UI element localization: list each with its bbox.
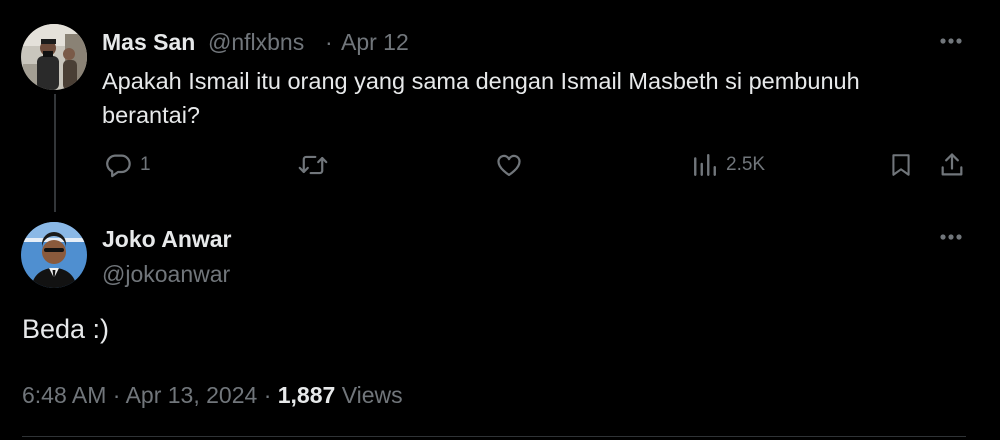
reply-button[interactable]: 1 <box>104 150 151 180</box>
meta-separator: · <box>112 382 121 408</box>
author-handle[interactable]: @jokoanwar <box>102 261 230 288</box>
views-label: Views <box>341 382 403 408</box>
thread-connector-line <box>54 94 56 212</box>
views-button[interactable]: 2.5K <box>692 150 765 180</box>
reply-count: 1 <box>140 154 151 175</box>
views-count: 1,887 <box>277 382 336 408</box>
like-icon <box>495 151 523 179</box>
avatar-mas-san[interactable] <box>21 24 87 90</box>
views-count: 2.5K <box>726 154 766 175</box>
tweet-text: Beda :) <box>22 314 110 344</box>
author-handle[interactable]: @nflxbns <box>208 29 304 56</box>
avatar-joko-anwar[interactable] <box>21 222 87 288</box>
divider <box>22 436 966 437</box>
reply-icon <box>104 151 132 179</box>
bookmark-button[interactable] <box>888 150 914 180</box>
like-button[interactable] <box>495 150 523 180</box>
more-icon[interactable] <box>938 229 968 245</box>
share-icon <box>938 151 966 179</box>
more-icon[interactable] <box>938 33 968 49</box>
views-icon <box>692 151 718 179</box>
meta-separator: · <box>325 29 333 55</box>
retweet-button[interactable] <box>298 150 328 180</box>
retweet-icon <box>298 151 328 179</box>
tweet-date[interactable]: Apr 13, 2024 <box>126 382 258 408</box>
meta-separator: · <box>263 382 272 408</box>
tweet-text: Apakah Ismail itu orang yang sama dengan… <box>102 68 860 128</box>
author-name[interactable]: Joko Anwar <box>102 226 232 253</box>
tweet-meta: 6:48 AM · Apr 13, 2024 · 1,887 Views <box>22 382 403 409</box>
tweet-date[interactable]: Apr 12 <box>341 29 409 56</box>
author-name[interactable]: Mas San <box>102 29 195 56</box>
tweet-time[interactable]: 6:48 AM <box>22 382 106 408</box>
share-button[interactable] <box>938 150 966 180</box>
bookmark-icon <box>888 151 914 179</box>
